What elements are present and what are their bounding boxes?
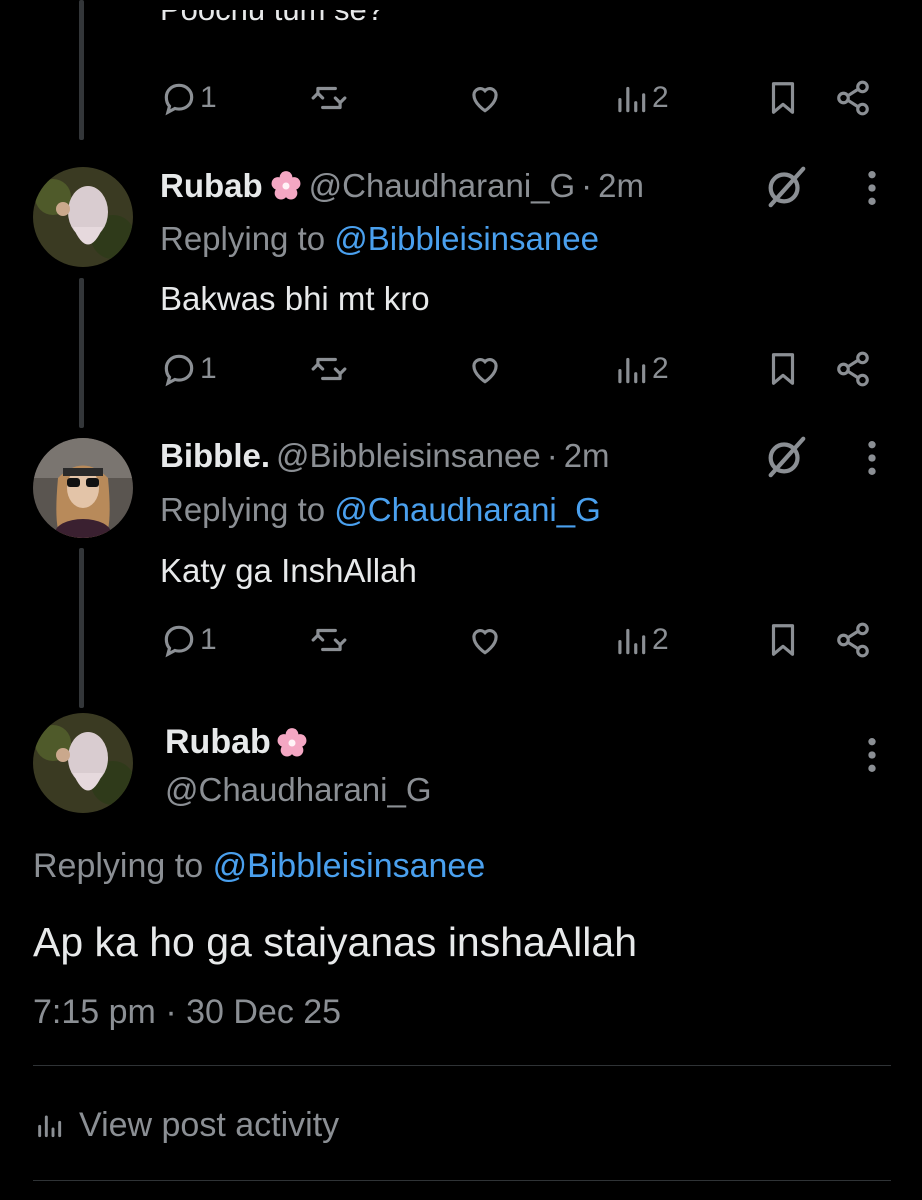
avatar[interactable] bbox=[33, 438, 133, 538]
reply-icon bbox=[164, 83, 194, 116]
repost-icon bbox=[311, 357, 347, 381]
repost-button[interactable] bbox=[310, 615, 348, 665]
grok-icon[interactable] bbox=[763, 163, 809, 209]
view-post-activity-label: View post activity bbox=[79, 1105, 340, 1144]
share-button[interactable] bbox=[834, 73, 872, 123]
heart-icon bbox=[472, 87, 498, 113]
views-button[interactable]: 2 bbox=[612, 73, 669, 123]
views-icon bbox=[618, 357, 646, 384]
replying-to: Replying to @Bibbleisinsanee bbox=[160, 220, 599, 257]
more-icon[interactable] bbox=[862, 438, 882, 478]
bookmark-button[interactable] bbox=[764, 73, 802, 123]
like-button[interactable] bbox=[466, 73, 504, 123]
tweet-actions: 1 2 bbox=[0, 73, 922, 123]
share-icon bbox=[837, 80, 869, 116]
views-icon bbox=[618, 628, 646, 655]
views-button[interactable]: 2 bbox=[612, 344, 669, 394]
mention-link[interactable]: @Bibbleisinsanee bbox=[213, 847, 486, 885]
share-button[interactable] bbox=[834, 344, 872, 394]
user-handle[interactable]: @Bibbleisinsanee bbox=[276, 437, 541, 475]
replying-to: Replying to @Chaudharani_G bbox=[160, 491, 601, 528]
tweet-actions: 1 2 bbox=[0, 344, 922, 394]
reply-icon bbox=[164, 625, 194, 658]
avatar[interactable] bbox=[33, 713, 133, 813]
tweet-text: Ap ka ho ga staiyanas inshaAllah bbox=[33, 919, 638, 965]
repost-button[interactable] bbox=[310, 344, 348, 394]
views-icon bbox=[38, 1115, 62, 1138]
tweet-actions: 1 2 bbox=[0, 615, 922, 665]
repost-button[interactable] bbox=[310, 73, 348, 123]
bookmark-icon bbox=[771, 82, 795, 114]
share-icon bbox=[837, 351, 869, 387]
repost-icon bbox=[311, 628, 347, 652]
display-name[interactable]: Rubab bbox=[165, 723, 309, 762]
like-button[interactable] bbox=[466, 615, 504, 665]
heart-icon bbox=[472, 358, 498, 384]
reply-button[interactable]: 1 bbox=[160, 344, 217, 394]
bookmark-button[interactable] bbox=[764, 615, 802, 665]
tweet-text: Bakwas bhi mt kro bbox=[160, 280, 430, 317]
tweet-header: Rubab @Chaudharani_G · 2m bbox=[160, 167, 644, 205]
grok-icon[interactable] bbox=[763, 433, 809, 479]
mention-link[interactable]: @Chaudharani_G bbox=[334, 491, 601, 528]
more-icon[interactable] bbox=[862, 168, 882, 208]
bookmark-icon bbox=[771, 624, 795, 656]
timestamp[interactable]: 2m bbox=[564, 437, 610, 475]
mention-link[interactable]: @Bibbleisinsanee bbox=[334, 220, 599, 257]
tweet-timestamp: 7:15 pm · 30 Dec 25 bbox=[33, 993, 342, 1031]
tweet-text-cutoff: Poochu tum se? bbox=[160, 10, 384, 42]
cherry-blossom-icon bbox=[277, 727, 307, 756]
more-icon[interactable] bbox=[862, 735, 882, 775]
heart-icon bbox=[472, 629, 498, 655]
user-handle[interactable]: @Chaudharani_G bbox=[309, 167, 576, 205]
separator: · bbox=[581, 167, 593, 204]
display-name[interactable]: Bibble. bbox=[160, 437, 270, 475]
cherry-blossom-icon bbox=[271, 171, 301, 200]
like-button[interactable] bbox=[466, 344, 504, 394]
views-icon bbox=[618, 86, 646, 113]
timestamp[interactable]: 2m bbox=[598, 167, 644, 205]
tweet-text: Katy ga InshAllah bbox=[160, 552, 417, 589]
view-post-activity-button[interactable]: View post activity bbox=[33, 1100, 339, 1150]
user-handle[interactable]: @Chaudharani_G bbox=[165, 771, 432, 809]
share-icon bbox=[837, 622, 869, 658]
tweet-header: Bibble. @Bibbleisinsanee · 2m bbox=[160, 437, 610, 475]
reply-button[interactable]: 1 bbox=[160, 73, 217, 123]
views-button[interactable]: 2 bbox=[612, 615, 669, 665]
display-name[interactable]: Rubab bbox=[160, 167, 263, 205]
divider bbox=[33, 1065, 891, 1066]
separator: · bbox=[546, 437, 558, 474]
bookmark-icon bbox=[771, 353, 795, 385]
avatar[interactable] bbox=[33, 167, 133, 267]
bookmark-button[interactable] bbox=[764, 344, 802, 394]
reply-icon bbox=[164, 354, 194, 387]
divider bbox=[33, 1180, 891, 1181]
repost-icon bbox=[311, 86, 347, 110]
reply-button[interactable]: 1 bbox=[160, 615, 217, 665]
replying-to: Replying to @Bibbleisinsanee bbox=[33, 847, 486, 885]
share-button[interactable] bbox=[834, 615, 872, 665]
